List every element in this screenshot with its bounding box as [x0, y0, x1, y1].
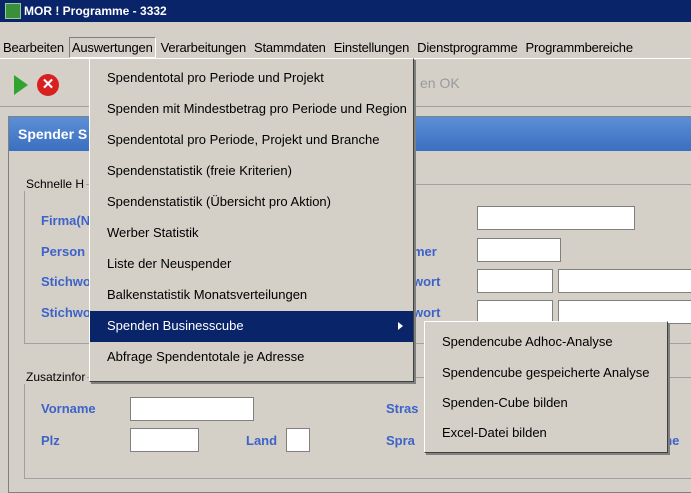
additional-info-group-label: Zusatzinfor — [24, 370, 88, 384]
auswertungen-dropdown: Spendentotal pro Periode und Projekt Spe… — [89, 58, 414, 382]
land-label: Land — [246, 433, 278, 448]
menu-item-spendenstatistik-aktion[interactable]: Spendenstatistik (Übersicht pro Aktion) — [90, 187, 413, 218]
firma-right-field[interactable] — [477, 206, 635, 230]
plz-field[interactable] — [130, 428, 199, 452]
menu-item-spendentotal-periode-projekt[interactable]: Spendentotal pro Periode und Projekt — [90, 63, 413, 94]
businesscube-submenu: Spendencube Adhoc-Analyse Spendencube ge… — [424, 321, 668, 453]
submenu-item-excel-datei[interactable]: Excel-Datei bilden — [425, 418, 667, 449]
plz-label: Plz — [41, 433, 60, 448]
menu-item-balkenstatistik[interactable]: Balkenstatistik Monatsverteilungen — [90, 280, 413, 311]
vorname-label: Vorname — [41, 401, 96, 416]
cancel-icon[interactable]: ✕ — [37, 74, 59, 96]
menubar: Bearbeiten Auswertungen Verarbeitungen S… — [0, 36, 691, 59]
menu-dienstprogramme[interactable]: Dienstprogramme — [414, 37, 520, 58]
submenu-item-gespeicherte-analyse[interactable]: Spendencube gespeicherte Analyse — [425, 358, 667, 389]
wort1-field-b[interactable] — [558, 269, 691, 293]
sprache-label: Spra — [386, 433, 415, 448]
submenu-item-cube-bilden[interactable]: Spenden-Cube bilden — [425, 388, 667, 419]
menu-item-werber-statistik[interactable]: Werber Statistik — [90, 218, 413, 249]
strasse-label: Stras — [386, 401, 419, 416]
wort1-field-a[interactable] — [477, 269, 553, 293]
menu-programmbereiche[interactable]: Programmbereiche — [523, 37, 636, 58]
menu-item-neuspender-liste[interactable]: Liste der Neuspender — [90, 249, 413, 280]
menu-item-spenden-businesscube[interactable]: Spenden Businesscube — [90, 311, 413, 342]
nummer-label: mer — [413, 244, 437, 259]
menu-item-spendentotal-branche[interactable]: Spendentotal pro Periode, Projekt und Br… — [90, 125, 413, 156]
stichwort2-label: Stichwo — [41, 305, 91, 320]
window-title: MOR ! Programme - 3332 — [24, 4, 167, 18]
menu-stammdaten[interactable]: Stammdaten — [251, 37, 329, 58]
nummer-field[interactable] — [477, 238, 561, 262]
menu-item-spendenstatistik-frei[interactable]: Spendenstatistik (freie Kriterien) — [90, 156, 413, 187]
person-label: Person — [41, 244, 86, 259]
wort1-label: wort — [413, 274, 441, 289]
wort2-label: wort — [413, 305, 441, 320]
menu-item-abfrage-spendentotale[interactable]: Abfrage Spendentotale je Adresse — [90, 342, 413, 373]
play-icon[interactable] — [14, 75, 28, 95]
menu-auswertungen[interactable]: Auswertungen — [68, 36, 156, 58]
menu-einstellungen[interactable]: Einstellungen — [331, 37, 412, 58]
panel-title: Spender S — [18, 126, 88, 142]
submenu-item-adhoc-analyse[interactable]: Spendencube Adhoc-Analyse — [425, 327, 667, 358]
menu-verarbeitungen[interactable]: Verarbeitungen — [158, 37, 249, 58]
submenu-arrow-icon — [398, 322, 403, 330]
menu-item-spenden-mindestbetrag[interactable]: Spenden mit Mindestbetrag pro Periode un… — [90, 94, 413, 125]
window-titlebar: MOR ! Programme - 3332 — [0, 0, 691, 22]
app-icon — [5, 3, 21, 19]
quick-search-group-label: Schnelle H — [24, 177, 87, 191]
vorname-field[interactable] — [130, 397, 254, 421]
stichwort1-label: Stichwo — [41, 274, 91, 289]
menu-bearbeiten[interactable]: Bearbeiten — [0, 37, 67, 58]
land-field[interactable] — [286, 428, 310, 452]
toolbar-ok-button[interactable]: en OK — [420, 75, 460, 91]
